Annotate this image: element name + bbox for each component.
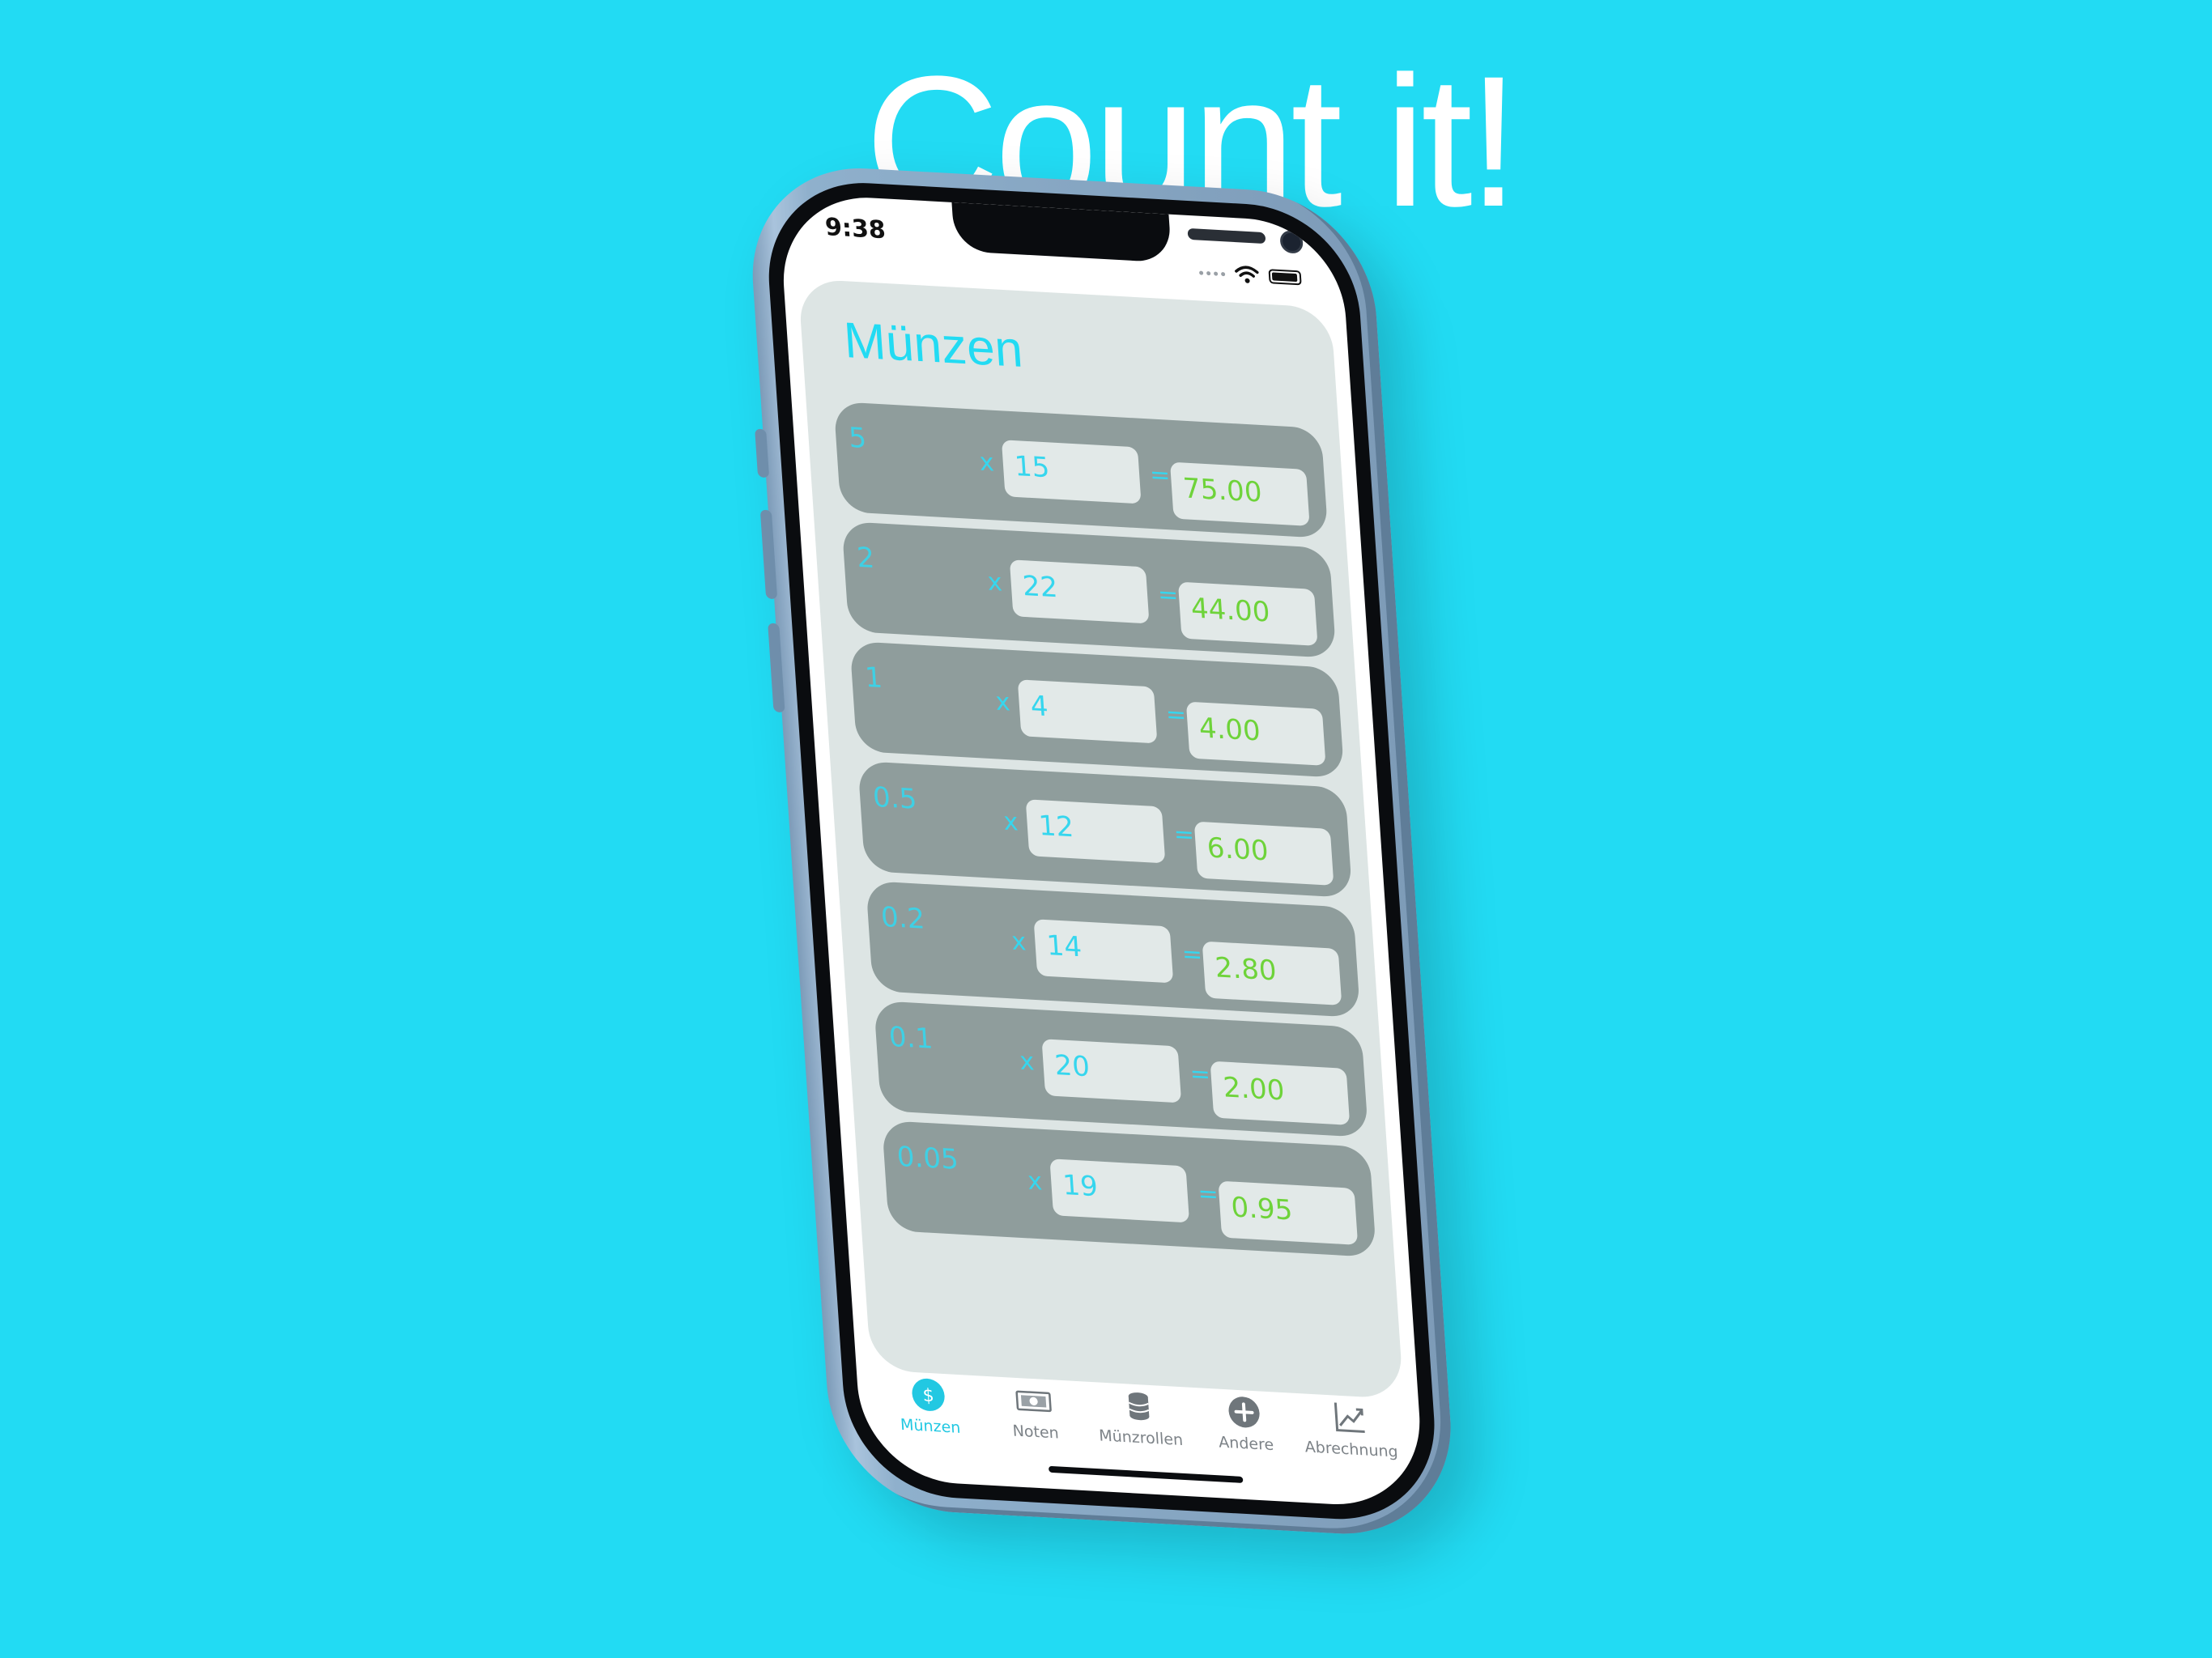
- volume-down-button: [768, 623, 785, 713]
- total-field: 6.00: [1193, 821, 1334, 886]
- home-indicator[interactable]: [1048, 1465, 1244, 1483]
- coin-row: 0.5 x 12 = 6.00: [857, 760, 1353, 899]
- screen-bezel: 9:38 Münzen 5 x 15 = 75.00 2 x 22 = 44.00 1 x 4 = 4.00…: [762, 177, 1442, 1525]
- quantity-input[interactable]: 20: [1041, 1039, 1182, 1103]
- denomination-label: 0.5: [871, 780, 918, 816]
- multiply-sign: x: [1010, 927, 1027, 957]
- total-field: 0.95: [1218, 1180, 1359, 1245]
- chart-line-icon: [1330, 1399, 1368, 1436]
- multiply-sign: x: [1027, 1167, 1044, 1197]
- coin-rows: 5 x 15 = 75.00 2 x 22 = 44.00 1 x 4 = 4.00 0.5 x 12 = 6.00 0…: [833, 401, 1377, 1267]
- coin-row: 0.1 x 20 = 2.00: [874, 1000, 1369, 1138]
- denomination-label: 0.05: [895, 1140, 959, 1176]
- total-field: 44.00: [1177, 581, 1318, 646]
- denomination-label: 0.1: [887, 1020, 934, 1056]
- front-camera: [1279, 230, 1304, 254]
- quantity-input[interactable]: 12: [1025, 799, 1166, 864]
- cellular-signal-icon: [1198, 270, 1226, 276]
- quantity-input[interactable]: 19: [1049, 1158, 1190, 1223]
- banknote-icon: [1015, 1382, 1053, 1419]
- status-icons: [1198, 262, 1302, 287]
- coin-row: 1 x 4 = 4.00: [849, 640, 1345, 779]
- coin-row: 5 x 15 = 75.00: [833, 401, 1329, 539]
- tab-noten[interactable]: Noten: [980, 1380, 1090, 1458]
- svg-text:$: $: [922, 1386, 935, 1407]
- plus-circle-icon: [1225, 1393, 1263, 1431]
- multiply-sign: x: [1019, 1047, 1036, 1077]
- denomination-label: 1: [863, 661, 884, 695]
- equals-sign: =: [1156, 580, 1180, 610]
- multiply-sign: x: [994, 687, 1011, 717]
- coin-row: 0.2 x 14 = 2.80: [866, 880, 1361, 1018]
- total-field: 75.00: [1169, 461, 1310, 526]
- tab-label: Münzrollen: [1098, 1426, 1184, 1450]
- tab-andere[interactable]: Andere: [1190, 1392, 1300, 1470]
- multiply-sign: x: [978, 448, 995, 478]
- status-time: 9:38: [823, 213, 887, 245]
- total-field: 2.80: [1202, 941, 1342, 1005]
- app-screen: 9:38 Münzen 5 x 15 = 75.00 2 x 22 = 44.00 1 x 4 = 4.00…: [777, 193, 1426, 1510]
- quantity-input[interactable]: 14: [1033, 919, 1174, 984]
- equals-sign: =: [1148, 461, 1172, 491]
- multiply-sign: x: [1002, 807, 1019, 837]
- equals-sign: =: [1164, 700, 1188, 730]
- equals-sign: =: [1180, 940, 1204, 970]
- wifi-icon: [1235, 266, 1259, 283]
- equals-sign: =: [1189, 1060, 1212, 1090]
- tab-m-nzrollen[interactable]: Münzrollen: [1085, 1386, 1195, 1465]
- total-field: 4.00: [1185, 701, 1326, 766]
- denomination-label: 0.2: [879, 900, 926, 936]
- page-title: Münzen: [842, 312, 1025, 379]
- tab-abrechnung[interactable]: Abrechnung: [1295, 1397, 1406, 1476]
- tab-m-nzen[interactable]: $ Münzen: [874, 1374, 985, 1452]
- coin-row: 2 x 22 = 44.00: [841, 521, 1337, 659]
- notch: [951, 202, 1304, 263]
- tab-label: Andere: [1218, 1433, 1274, 1455]
- coin-card: Münzen 5 x 15 = 75.00 2 x 22 = 44.00 1 x 4 = 4.00 0.5 x 1…: [798, 278, 1404, 1400]
- denomination-label: 5: [848, 421, 868, 456]
- mute-switch: [755, 428, 770, 478]
- coin-row: 0.05 x 19 = 0.95: [881, 1120, 1377, 1258]
- equals-sign: =: [1172, 820, 1196, 850]
- tab-label: Noten: [1011, 1422, 1060, 1443]
- dollar-circle-icon: $: [909, 1376, 947, 1414]
- speaker: [1187, 227, 1266, 244]
- phone-frame: 9:38 Münzen 5 x 15 = 75.00 2 x 22 = 44.00 1 x 4 = 4.00…: [745, 162, 1459, 1541]
- phone-mockup: 9:38 Münzen 5 x 15 = 75.00 2 x 22 = 44.00 1 x 4 = 4.00…: [0, 0, 2212, 1658]
- multiply-sign: x: [986, 568, 1003, 597]
- battery-icon: [1268, 269, 1302, 286]
- quantity-input[interactable]: 15: [1001, 440, 1142, 504]
- denomination-label: 2: [856, 541, 876, 576]
- total-field: 2.00: [1210, 1061, 1351, 1125]
- tab-label: Abrechnung: [1304, 1438, 1399, 1461]
- tab-label: Münzen: [900, 1415, 962, 1437]
- coin-stack-icon: [1120, 1388, 1158, 1425]
- quantity-input[interactable]: 22: [1009, 559, 1150, 624]
- volume-up-button: [759, 509, 778, 600]
- quantity-input[interactable]: 4: [1017, 679, 1158, 744]
- equals-sign: =: [1197, 1180, 1219, 1209]
